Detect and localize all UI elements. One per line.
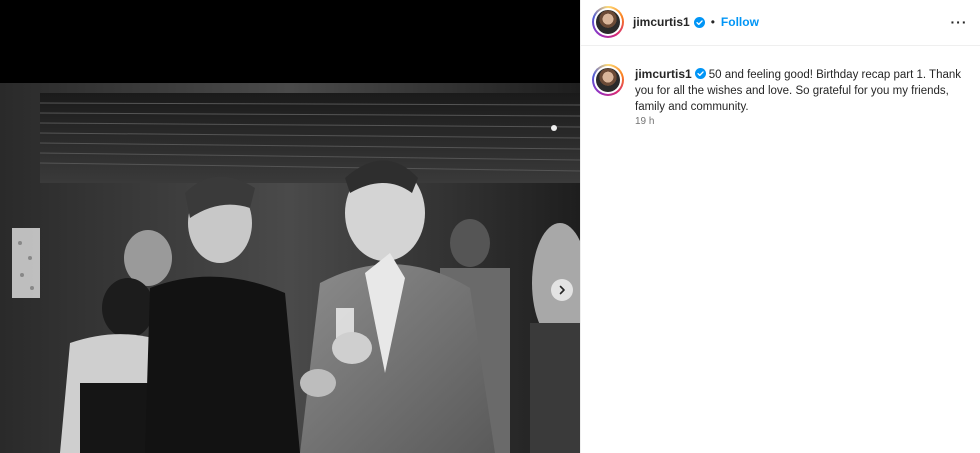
caption-username-link[interactable]: jimcurtis1 — [635, 67, 692, 81]
follow-button[interactable]: Follow — [721, 15, 759, 29]
separator-dot: • — [710, 15, 715, 29]
verified-badge-icon — [693, 16, 705, 28]
verified-badge-icon — [694, 68, 706, 79]
post-details-panel: jimcurtis1 • Follow ··· jimcurtis1 50 an… — [580, 0, 980, 453]
profile-avatar[interactable] — [592, 6, 624, 38]
post-media[interactable] — [0, 0, 580, 453]
post-caption: jimcurtis1 50 and feeling good! Birthday… — [635, 66, 975, 115]
caption-avatar[interactable] — [592, 64, 624, 96]
party-photo — [0, 83, 580, 453]
carousel-next-button[interactable] — [551, 279, 573, 301]
post-header: jimcurtis1 • Follow ··· — [581, 0, 980, 46]
more-options-button[interactable]: ··· — [949, 12, 969, 32]
post-timestamp[interactable]: 19 h — [635, 116, 654, 127]
chevron-right-icon — [559, 285, 565, 295]
more-options-icon: ··· — [950, 14, 968, 30]
username-link[interactable]: jimcurtis1 — [633, 15, 690, 29]
